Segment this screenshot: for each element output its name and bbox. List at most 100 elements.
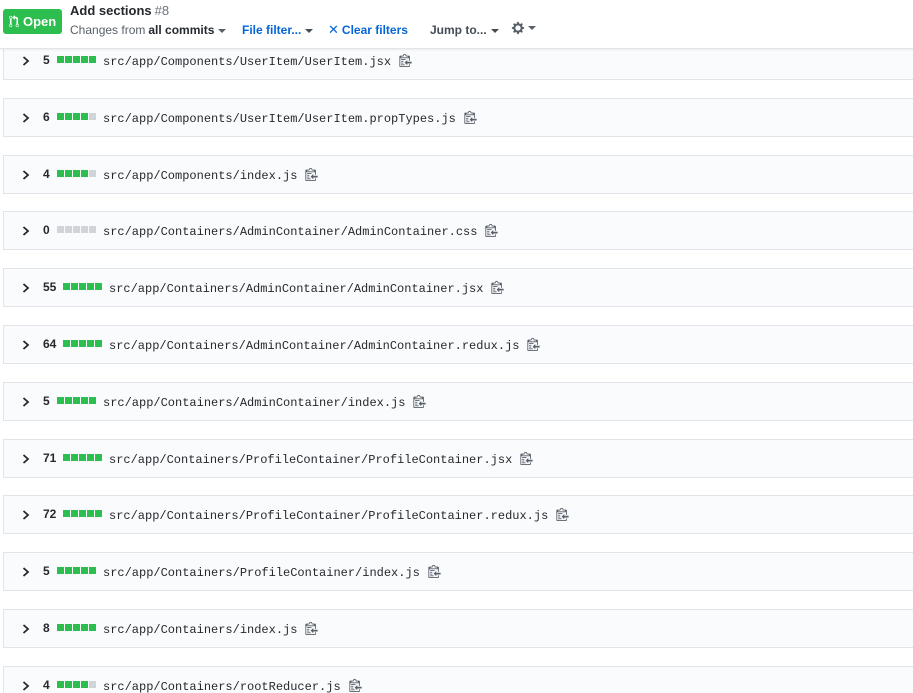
chevron-right-icon[interactable] <box>21 282 31 294</box>
diffstat-block-added <box>73 567 80 574</box>
file-path-link[interactable]: src/app/Components/index.js <box>103 169 297 183</box>
chevron-right-icon[interactable] <box>21 225 31 237</box>
file-path-link[interactable]: src/app/Containers/index.js <box>103 623 297 637</box>
chevron-right-icon[interactable] <box>21 112 31 124</box>
file-path: src/app/Components/UserItem/UserItem.pro… <box>103 110 477 128</box>
file-path: src/app/Containers/AdminContainer/AdminC… <box>109 337 541 355</box>
file-path-link[interactable]: src/app/Containers/AdminContainer/AdminC… <box>109 339 519 353</box>
file-path-link[interactable]: src/app/Components/UserItem/UserItem.pro… <box>103 112 456 126</box>
file-path: src/app/Containers/AdminContainer/AdminC… <box>103 223 499 241</box>
chevron-down-icon <box>218 28 227 33</box>
file-path-link[interactable]: src/app/Containers/ProfileContainer/inde… <box>103 566 420 580</box>
diffstat-block-added <box>95 454 102 461</box>
diffstat-block-added <box>65 567 72 574</box>
diffstat-bar <box>57 113 97 120</box>
file-header[interactable]: 55 src/app/Containers/AdminContainer/Admi… <box>3 268 913 307</box>
diffstat-block-added <box>95 340 102 347</box>
chevron-right-icon[interactable] <box>21 339 31 351</box>
diffstat-count: 6 <box>43 110 50 124</box>
diffstat-block-added <box>79 454 86 461</box>
file-header[interactable]: 4 src/app/Containers/rootReducer.js <box>3 666 913 693</box>
file-path-link[interactable]: src/app/Containers/AdminContainer/index.… <box>103 396 405 410</box>
clippy-icon[interactable] <box>485 223 499 241</box>
file-path-link[interactable]: src/app/Containers/rootReducer.js <box>103 680 341 693</box>
file-header[interactable]: 72 src/app/Containers/ProfileContainer/Pr… <box>3 495 913 534</box>
file-path: src/app/Containers/index.js <box>103 621 319 639</box>
file-path: src/app/Components/UserItem/UserItem.jsx <box>103 53 412 71</box>
diffstat-block-neutral <box>89 170 96 177</box>
diffstat-block-neutral <box>81 226 88 233</box>
diffstat-bar <box>63 340 103 347</box>
diffstat-bar <box>57 226 97 233</box>
chevron-right-icon[interactable] <box>21 680 31 692</box>
diffstat-block-added <box>73 56 80 63</box>
diffstat-bar <box>57 681 97 688</box>
chevron-right-icon[interactable] <box>21 453 31 465</box>
chevron-right-icon[interactable] <box>21 566 31 578</box>
changes-from-label: Changes from <box>70 23 146 37</box>
diffstat-block-neutral <box>89 681 96 688</box>
diff-controls: Changes from all commits File filter... ✕… <box>70 21 536 38</box>
diffstat-block-added <box>57 113 64 120</box>
clippy-icon[interactable] <box>527 337 541 355</box>
clippy-icon[interactable] <box>349 678 362 693</box>
clippy-icon[interactable] <box>399 53 412 71</box>
file-path-link[interactable]: src/app/Components/UserItem/UserItem.jsx <box>103 55 391 69</box>
file-header[interactable]: 5 src/app/Containers/AdminContainer/index… <box>3 382 913 421</box>
chevron-right-icon[interactable] <box>21 623 31 635</box>
diffstat-block-neutral <box>57 226 64 233</box>
git-pull-request-icon <box>9 15 19 28</box>
diffstat-block-added <box>71 454 78 461</box>
file-header[interactable]: 6 src/app/Components/UserItem/UserItem.pr… <box>3 98 913 137</box>
diffstat-count: 72 <box>43 507 57 521</box>
clippy-icon[interactable] <box>556 507 569 525</box>
file-path-link[interactable]: src/app/Containers/AdminContainer/AdminC… <box>103 225 477 239</box>
file-filter-dropdown[interactable]: File filter... <box>242 23 314 37</box>
file-path-link[interactable]: src/app/Containers/AdminContainer/AdminC… <box>109 282 483 296</box>
file-header[interactable]: 4 src/app/Components/index.js <box>3 155 913 194</box>
clippy-icon[interactable] <box>464 110 477 128</box>
chevron-right-icon[interactable] <box>21 396 31 408</box>
diffstat-block-added <box>73 624 80 631</box>
clippy-icon[interactable] <box>413 394 427 412</box>
file-header[interactable]: 0 src/app/Containers/AdminContainer/Admin… <box>3 211 913 250</box>
diffstat-block-added <box>81 56 88 63</box>
diffstat-block-added <box>65 624 72 631</box>
diffstat-block-added <box>57 624 64 631</box>
file-header[interactable]: 71 src/app/Containers/ProfileContainer/Pr… <box>3 439 913 478</box>
clippy-icon[interactable] <box>491 280 505 298</box>
file-header[interactable]: 8 src/app/Containers/index.js <box>3 609 913 648</box>
pr-title-text: Add sections <box>70 3 152 18</box>
diff-settings-button[interactable] <box>511 21 536 35</box>
file-path: src/app/Containers/AdminContainer/index.… <box>103 394 427 412</box>
chevron-down-icon <box>305 28 314 33</box>
clippy-icon[interactable] <box>520 451 533 469</box>
jump-to-label: Jump to... <box>430 23 487 37</box>
diffstat-block-added <box>87 454 94 461</box>
diffstat-block-added <box>95 283 102 290</box>
diffstat-bar <box>57 397 97 404</box>
chevron-right-icon[interactable] <box>21 169 31 181</box>
jump-to-dropdown[interactable]: Jump to... <box>430 23 499 37</box>
chevron-right-icon[interactable] <box>21 509 31 521</box>
clippy-icon[interactable] <box>305 621 319 639</box>
commits-range-select[interactable]: Changes from all commits <box>70 23 227 37</box>
file-path-link[interactable]: src/app/Containers/ProfileContainer/Prof… <box>109 509 548 523</box>
diffstat-block-added <box>81 567 88 574</box>
file-header[interactable]: 5 src/app/Containers/ProfileContainer/ind… <box>3 552 913 591</box>
clear-filters-button[interactable]: ✕ Clear filters <box>328 22 408 38</box>
diffstat-block-added <box>65 56 72 63</box>
file-filter-label: File filter... <box>242 23 302 37</box>
diffstat-block-added <box>65 113 72 120</box>
diffstat-bar <box>63 454 103 461</box>
clippy-icon[interactable] <box>428 564 441 582</box>
diffstat-count: 4 <box>43 167 50 181</box>
diffstat-block-added <box>57 397 64 404</box>
file-path: src/app/Containers/rootReducer.js <box>103 678 362 693</box>
file-header[interactable]: 64 src/app/Containers/AdminContainer/Admi… <box>3 325 913 364</box>
diffstat-count: 71 <box>43 451 57 465</box>
file-path-link[interactable]: src/app/Containers/ProfileContainer/Prof… <box>109 453 512 467</box>
pr-title: Add sections #8 <box>70 3 169 18</box>
chevron-right-icon[interactable] <box>21 55 31 67</box>
clippy-icon[interactable] <box>305 167 319 185</box>
